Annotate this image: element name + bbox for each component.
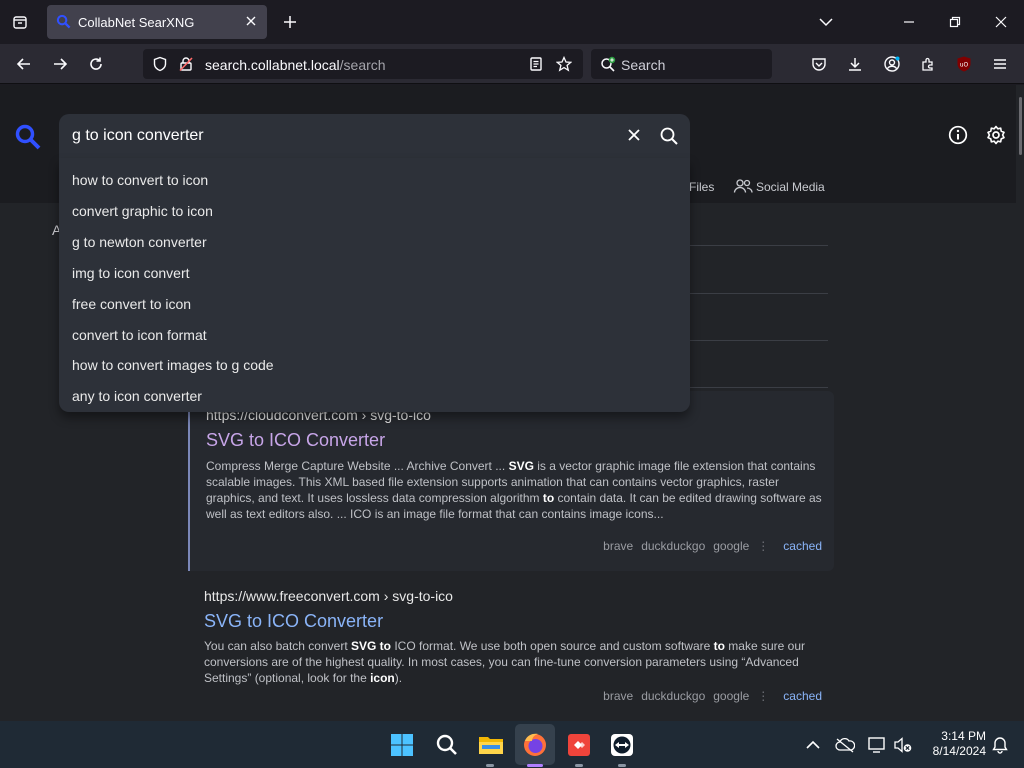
downloads-icon[interactable] [841, 50, 869, 78]
about-info-icon[interactable] [948, 125, 968, 145]
more-vert-icon: ⋮ [757, 689, 770, 703]
autocomplete-dropdown: how to convert to icon convert graphic t… [59, 158, 690, 412]
result-snippet: You can also batch convert SVG to ICO fo… [204, 639, 805, 685]
result-item: https://www.freeconvert.com › svg-to-ico… [188, 581, 834, 711]
list-all-tabs-icon[interactable] [812, 8, 840, 36]
result-engines: brave duckduckgo google ⋮ cached [595, 539, 822, 553]
show-hidden-icons-chevron-icon[interactable] [797, 729, 829, 761]
search-engine-icon [600, 56, 616, 72]
result-engines: brave duckduckgo google ⋮ cached [595, 689, 822, 703]
active-indicator [527, 764, 543, 767]
windows-taskbar: 3:14 PM 8/14/2024 [0, 721, 1024, 768]
more-vert-icon: ⋮ [757, 539, 770, 553]
suggestion-item[interactable]: how to convert to icon [72, 169, 672, 191]
file-explorer-icon[interactable] [475, 729, 507, 761]
tab-close-icon[interactable] [245, 15, 257, 27]
search-submit-icon[interactable] [659, 126, 679, 146]
url-text: search.collabnet.local/search [205, 57, 386, 73]
page-scrollbar[interactable] [1019, 97, 1022, 155]
svg-text:uO: uO [960, 62, 969, 69]
account-icon[interactable] [878, 50, 906, 78]
tracking-protection-shield-icon[interactable] [152, 56, 168, 72]
suggestion-item[interactable]: any to icon converter [72, 385, 672, 407]
forward-icon[interactable] [46, 50, 74, 78]
firefox-icon[interactable] [519, 729, 551, 761]
search-box-placeholder: Search [621, 57, 666, 73]
ublock-origin-icon[interactable]: uO [950, 50, 978, 78]
result-title-link[interactable]: SVG to ICO Converter [206, 430, 385, 451]
engine-label: google [713, 539, 750, 553]
teamviewer-icon[interactable] [606, 729, 638, 761]
suggestion-item[interactable]: g to newton converter [72, 231, 672, 253]
extensions-icon[interactable] [914, 50, 942, 78]
result-url[interactable]: https://www.freeconvert.com › svg-to-ico [204, 588, 453, 604]
windows-start-icon[interactable] [386, 729, 418, 761]
restore-icon[interactable] [941, 8, 969, 36]
tab-title: CollabNet SearXNG [78, 15, 195, 30]
volume-muted-icon[interactable] [887, 729, 919, 761]
suggestion-item[interactable]: convert to icon format [72, 324, 672, 346]
cached-link[interactable]: cached [783, 689, 822, 703]
suggestion-item[interactable]: img to icon convert [72, 262, 672, 284]
tab-strip: CollabNet SearXNG [0, 0, 1024, 44]
notifications-bell-icon[interactable] [984, 729, 1016, 761]
insecure-lock-icon[interactable] [178, 56, 194, 72]
reload-icon[interactable] [82, 50, 110, 78]
running-indicator [575, 764, 583, 767]
result-title-link[interactable]: SVG to ICO Converter [204, 611, 383, 632]
minimize-icon[interactable] [895, 8, 923, 36]
query-text[interactable]: g to icon converter [72, 127, 204, 145]
engine-label: brave [603, 689, 634, 703]
new-tab-icon[interactable] [276, 8, 304, 36]
result-item: https://cloudconvert.com › svg-to-ico SV… [188, 391, 834, 571]
browser-search-box[interactable]: Search [591, 49, 772, 79]
window-close-icon[interactable] [987, 8, 1015, 36]
category-files[interactable]: Files [689, 180, 714, 194]
clock-date: 8/14/2024 [932, 744, 986, 758]
clock-time: 3:14 PM [941, 729, 986, 743]
tab-list-icon[interactable] [6, 8, 34, 36]
result-snippet: Compress Merge Capture Website ... Archi… [206, 459, 822, 521]
engine-label: google [713, 689, 750, 703]
pocket-icon[interactable] [805, 50, 833, 78]
preferences-gear-icon[interactable] [986, 125, 1006, 145]
taskbar-search-icon[interactable] [431, 729, 463, 761]
suggestion-item[interactable]: how to convert images to g code [72, 354, 672, 376]
running-indicator [486, 764, 494, 767]
back-icon[interactable] [10, 50, 38, 78]
bookmark-star-icon[interactable] [556, 56, 572, 72]
anydesk-icon[interactable] [563, 729, 595, 761]
engine-label: duckduckgo [641, 539, 706, 553]
onedrive-offline-icon[interactable] [829, 729, 861, 761]
clear-search-icon[interactable] [626, 127, 642, 143]
suggestion-item[interactable]: convert graphic to icon [72, 200, 672, 222]
engine-label: duckduckgo [641, 689, 706, 703]
navigation-toolbar: search.collabnet.local/search Search uO [0, 44, 1024, 84]
reader-view-icon[interactable] [528, 56, 544, 72]
cached-link[interactable]: cached [783, 539, 822, 553]
menu-hamburger-icon[interactable] [986, 50, 1014, 78]
category-social-media[interactable]: Social Media [756, 180, 825, 194]
system-clock[interactable]: 3:14 PM 8/14/2024 [916, 729, 986, 759]
suggestion-item[interactable]: free convert to icon [72, 293, 672, 315]
address-bar[interactable]: search.collabnet.local/search [143, 49, 583, 79]
running-indicator [618, 764, 626, 767]
tab-active[interactable]: CollabNet SearXNG [47, 5, 267, 39]
query-input[interactable]: g to icon converter [59, 114, 690, 158]
searxng-logo-icon[interactable] [14, 123, 42, 151]
searxng-page: g to icon converter Files Social Media A… [0, 85, 1024, 721]
searxng-favicon-icon [56, 14, 71, 29]
engine-label: brave [603, 539, 634, 553]
social-media-icon [733, 178, 753, 194]
